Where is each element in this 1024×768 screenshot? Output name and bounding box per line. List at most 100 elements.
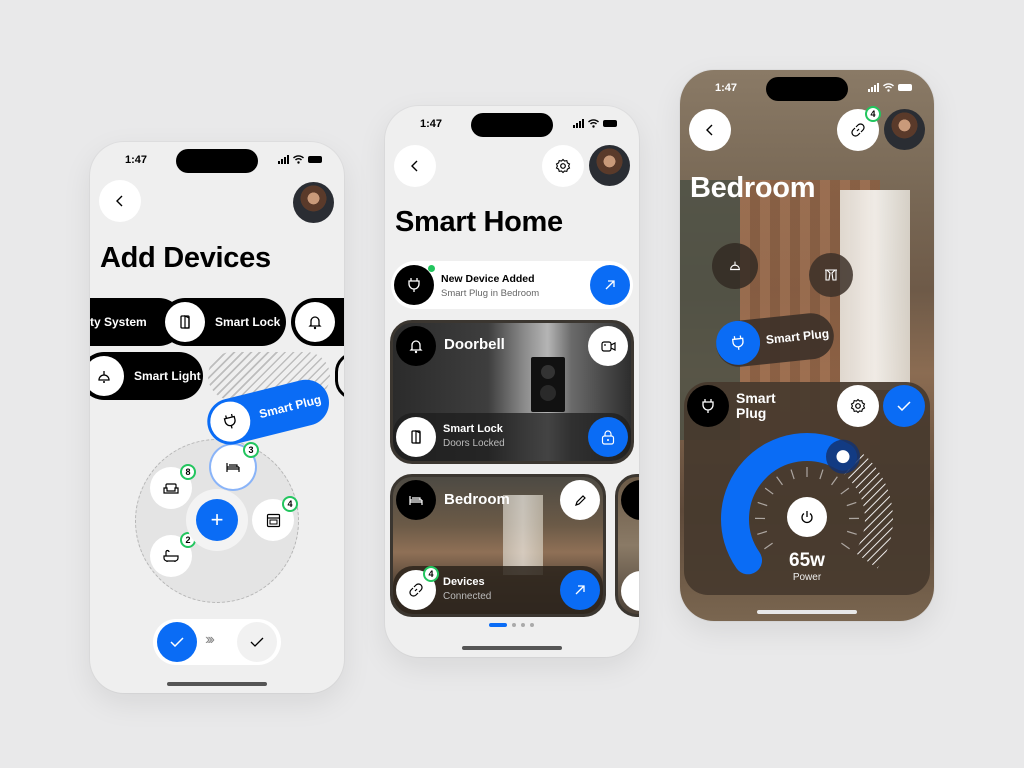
bed-icon	[396, 480, 436, 520]
video-camera-icon	[600, 340, 616, 352]
wifi-icon	[883, 83, 894, 92]
room-card-title: Bedroom	[444, 491, 510, 508]
check-icon	[250, 637, 264, 647]
battery-icon	[308, 156, 322, 163]
power-toggle-button[interactable]	[787, 497, 827, 537]
room-icon	[621, 480, 639, 520]
sofa-icon	[163, 482, 179, 494]
page-dot[interactable]	[512, 623, 516, 627]
open-room-button[interactable]	[560, 570, 600, 610]
avatar[interactable]	[589, 145, 630, 186]
page-title: Smart Home	[395, 206, 563, 238]
avatar[interactable]	[293, 182, 334, 223]
gauge-tick	[841, 542, 850, 550]
doorbell-card[interactable]: Doorbell Smart Lock Doors Locked	[390, 320, 634, 464]
room-bathroom[interactable]: 2	[150, 532, 196, 577]
wifi-icon	[293, 155, 304, 164]
chevron-left-icon	[116, 195, 123, 207]
smart-lock-title: Smart Lock	[443, 423, 503, 435]
plug-icon	[687, 385, 729, 427]
confirm-slider-handle[interactable]	[157, 622, 197, 662]
page-dot[interactable]	[521, 623, 525, 627]
lock-icon	[601, 429, 615, 445]
open-notification-button[interactable]	[590, 265, 630, 305]
bed-icon	[226, 463, 240, 472]
back-button[interactable]	[99, 180, 141, 222]
linked-count-badge: 4	[865, 106, 881, 122]
chevrons-right-icon: ›››	[205, 631, 215, 648]
device-bubble-light[interactable]	[712, 243, 758, 289]
confirm-target	[237, 622, 277, 662]
battery-icon	[603, 120, 617, 127]
status-time: 1:47	[125, 154, 148, 166]
gear-icon	[850, 398, 866, 414]
gauge-knob[interactable]	[836, 450, 850, 464]
doorbell-device-image	[531, 357, 565, 412]
next-room-card[interactable]	[615, 474, 639, 617]
chevron-left-icon	[411, 160, 418, 172]
room-bedroom[interactable]: 3	[211, 442, 259, 489]
settings-button[interactable]	[542, 145, 584, 187]
room-count-badge: 4	[282, 496, 298, 512]
category-pill-smart-lock[interactable]: Smart Lock	[161, 298, 286, 346]
edit-room-button[interactable]	[560, 480, 600, 520]
status-bar: 1:47	[680, 70, 934, 106]
wifi-icon	[588, 119, 599, 128]
dynamic-island	[766, 77, 848, 101]
dynamic-island	[471, 113, 553, 137]
gauge-tick	[764, 542, 773, 550]
smart-lock-row[interactable]: Smart Lock Doors Locked	[393, 413, 631, 461]
curtain-icon	[825, 269, 837, 281]
add-room-button[interactable]: +	[196, 499, 238, 541]
avatar[interactable]	[884, 109, 925, 150]
add-room-ring: +	[186, 489, 248, 551]
room-count-badge: 8	[180, 464, 196, 480]
page-dot-active[interactable]	[489, 623, 507, 627]
category-pill-partial[interactable]	[335, 352, 344, 400]
room-kitchen[interactable]: 4	[252, 496, 298, 541]
gauge-tick	[790, 469, 795, 480]
linked-devices-button[interactable]: 4	[837, 106, 881, 151]
bedroom-room-card[interactable]: Bedroom 4 Devices Connected	[390, 474, 606, 617]
signal-icon	[868, 83, 879, 92]
status-bar: 1:47	[385, 106, 639, 142]
page-title: Bedroom	[690, 172, 816, 204]
bell-icon	[396, 326, 436, 366]
device-bubble-curtains[interactable]	[809, 253, 853, 297]
confirm-button[interactable]	[883, 385, 925, 427]
category-pill-smart-light[interactable]: Smart Light	[90, 352, 203, 400]
new-device-notification[interactable]: New Device Added Smart Plug in Bedroom	[391, 261, 633, 309]
device-settings-button[interactable]	[837, 385, 879, 427]
bell-icon	[295, 302, 335, 342]
dynamic-island	[176, 149, 258, 173]
gauge-tick	[846, 530, 857, 535]
gear-icon	[555, 158, 571, 174]
home-indicator	[167, 682, 267, 686]
back-button[interactable]	[394, 145, 436, 187]
devices-row[interactable]: 4 Devices Connected	[393, 566, 603, 614]
notification-title: New Device Added	[441, 273, 535, 285]
plug-icon	[394, 265, 434, 305]
oven-icon	[266, 513, 280, 527]
online-dot	[428, 265, 435, 272]
gauge-filled-arc	[721, 433, 857, 575]
back-button[interactable]	[689, 109, 731, 151]
video-call-button[interactable]	[588, 326, 628, 366]
gauge-tick	[757, 530, 768, 535]
status-time: 1:47	[420, 118, 443, 130]
devices-count-badge: 4	[423, 566, 439, 582]
category-pill-bell[interactable]: S	[291, 298, 344, 346]
home-indicator	[757, 610, 857, 614]
gauge-tick	[776, 476, 783, 486]
room-living-room[interactable]: 8	[150, 464, 196, 509]
smart-lock-status: Doors Locked	[443, 438, 505, 449]
devices-status: Connected	[443, 591, 492, 602]
battery-icon	[898, 84, 912, 91]
lock-toggle-button[interactable]	[588, 417, 628, 457]
signal-icon	[278, 155, 289, 164]
confirm-slider[interactable]: ›››	[153, 619, 281, 665]
gauge-remaining-arc	[843, 453, 893, 569]
page-dot[interactable]	[530, 623, 534, 627]
doorbell-title: Doorbell	[444, 336, 505, 353]
gauge-tick	[757, 501, 768, 507]
